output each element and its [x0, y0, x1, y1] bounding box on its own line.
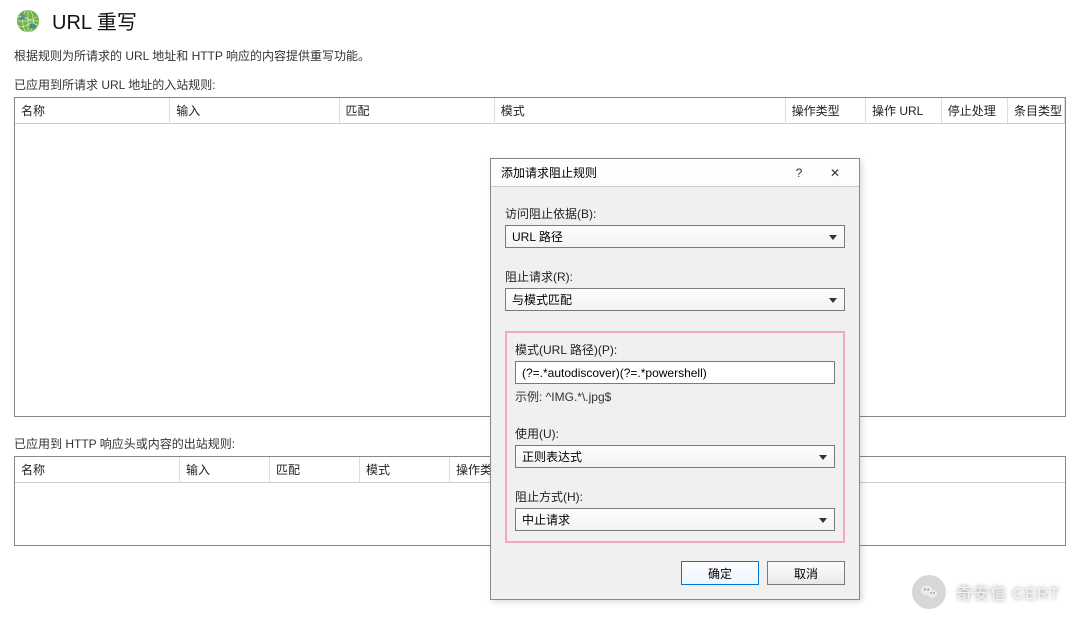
column-header[interactable]: 条目类型 [1008, 98, 1065, 123]
pattern-label: 模式(URL 路径)(P): [515, 341, 835, 358]
block-request-label: 阻止请求(R): [505, 268, 845, 285]
using-select[interactable]: 正则表达式 [515, 445, 835, 468]
help-icon[interactable]: ? [781, 162, 817, 184]
block-request-select[interactable]: 与模式匹配 [505, 288, 845, 311]
block-method-value: 中止请求 [522, 511, 570, 528]
inbound-rules-label: 已应用到所请求 URL 地址的入站规则: [0, 68, 1080, 95]
column-header[interactable]: 输入 [170, 98, 339, 123]
watermark-text: 奇安信 CERT [956, 580, 1060, 604]
column-header[interactable]: 匹配 [340, 98, 495, 123]
column-header[interactable]: 名称 [15, 98, 170, 123]
column-header[interactable]: 操作类型 [786, 98, 866, 123]
watermark: 奇安信 CERT [912, 575, 1060, 609]
using-label: 使用(U): [515, 425, 835, 442]
block-method-label: 阻止方式(H): [515, 488, 835, 505]
block-method-select[interactable]: 中止请求 [515, 508, 835, 531]
page-description: 根据规则为所请求的 URL 地址和 HTTP 响应的内容提供重写功能。 [0, 35, 1080, 68]
column-header[interactable]: 名称 [15, 457, 180, 482]
block-basis-select[interactable]: URL 路径 [505, 225, 845, 248]
cancel-button[interactable]: 取消 [767, 561, 845, 585]
using-value: 正则表达式 [522, 448, 582, 465]
column-header[interactable]: 匹配 [270, 457, 360, 482]
column-header[interactable]: 操作 URL [866, 98, 942, 123]
pattern-input[interactable] [515, 361, 835, 384]
block-request-value: 与模式匹配 [512, 291, 572, 308]
column-header[interactable]: 输入 [180, 457, 270, 482]
column-header[interactable]: 停止处理 [942, 98, 1008, 123]
pattern-highlight-box: 模式(URL 路径)(P): 示例: ^IMG.*\.jpg$ 使用(U): 正… [505, 331, 845, 543]
column-header[interactable]: 模式 [495, 98, 786, 123]
close-icon[interactable]: ✕ [817, 162, 853, 184]
page-title: URL 重写 [52, 6, 137, 35]
globe-icon [14, 7, 42, 35]
block-basis-value: URL 路径 [512, 228, 563, 245]
block-basis-label: 访问阻止依据(B): [505, 205, 845, 222]
pattern-example: 示例: ^IMG.*\.jpg$ [515, 388, 835, 405]
dialog-titlebar[interactable]: 添加请求阻止规则 ? ✕ [491, 159, 859, 187]
ok-button[interactable]: 确定 [681, 561, 759, 585]
dialog-title: 添加请求阻止规则 [501, 164, 781, 181]
add-block-rule-dialog: 添加请求阻止规则 ? ✕ 访问阻止依据(B): URL 路径 阻止请求(R): … [490, 158, 860, 600]
wechat-icon [912, 575, 946, 609]
column-header[interactable]: 模式 [360, 457, 450, 482]
